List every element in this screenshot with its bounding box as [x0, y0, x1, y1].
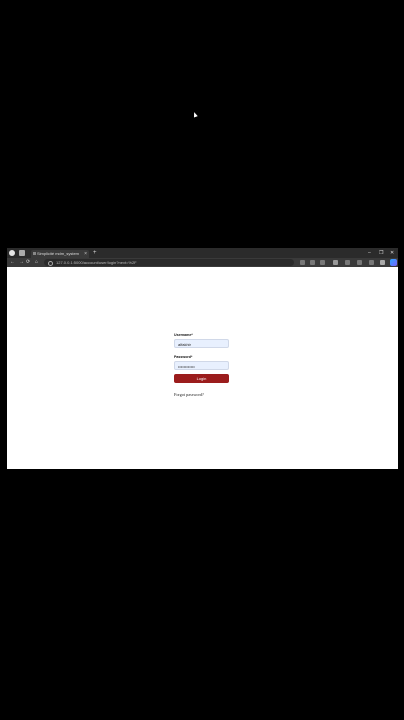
tab-title: Simplicité mdm_system [37, 251, 80, 256]
browser-tab[interactable]: Simplicité mdm_system × [31, 250, 89, 258]
tab-close-icon[interactable]: × [84, 250, 87, 258]
browser-toolbar: ← → ⟳ ⌂ 127.0.0.1:5000/account/user/logi… [7, 258, 398, 267]
address-text: 127.0.0.1:5000/account/user/login?next=%… [56, 260, 137, 265]
address-bar[interactable]: 127.0.0.1:5000/account/user/login?next=%… [44, 259, 294, 266]
copilot-icon[interactable] [390, 259, 397, 266]
refresh-button[interactable]: ⟳ [26, 258, 30, 267]
split-screen-icon[interactable] [345, 260, 350, 265]
extension-icon[interactable] [320, 260, 325, 265]
favorite-star-icon[interactable] [300, 260, 305, 265]
login-button[interactable]: Login [174, 374, 229, 383]
back-button[interactable]: ← [10, 258, 15, 267]
reading-view-icon[interactable] [310, 260, 315, 265]
username-label: Username* [174, 333, 193, 337]
minimize-button[interactable]: – [368, 248, 371, 258]
site-info-icon[interactable] [48, 261, 53, 266]
browser-window: Simplicité mdm_system × + – ❐ ✕ ← → ⟳ ⌂ … [7, 248, 398, 469]
favorites-icon[interactable] [369, 260, 374, 265]
restore-button[interactable]: ❐ [379, 248, 383, 258]
close-window-button[interactable]: ✕ [390, 248, 394, 258]
page-content: Username* alfakhir Password* •••••••••••… [7, 267, 398, 469]
mouse-cursor-icon [192, 111, 198, 118]
collections-icon[interactable] [357, 260, 362, 265]
home-button[interactable]: ⌂ [35, 258, 38, 267]
password-input[interactable]: •••••••••••• [174, 361, 229, 370]
title-bar: Simplicité mdm_system × + – ❐ ✕ [7, 248, 398, 258]
more-menu-icon[interactable] [380, 260, 385, 265]
username-input[interactable]: alfakhir [174, 339, 229, 348]
forward-button[interactable]: → [19, 258, 24, 267]
password-label: Password* [174, 355, 193, 359]
workspaces-icon[interactable] [19, 250, 25, 256]
tab-favicon-icon [33, 252, 36, 255]
new-tab-button[interactable]: + [93, 249, 97, 257]
forgot-password-link[interactable]: Forgot password? [174, 392, 230, 397]
edge-profile-icon[interactable] [9, 250, 15, 256]
login-form: Username* alfakhir Password* •••••••••••… [174, 333, 230, 397]
extensions-puzzle-icon[interactable] [333, 260, 338, 265]
